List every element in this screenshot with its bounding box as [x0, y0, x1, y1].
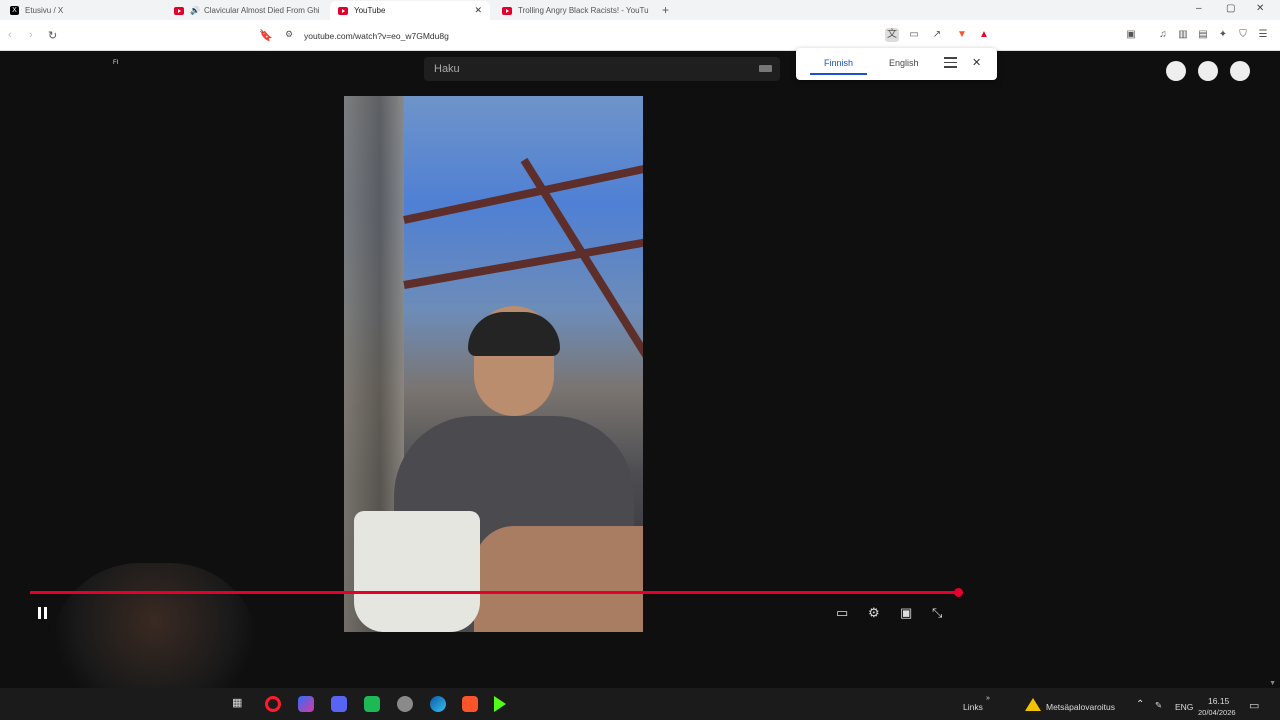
links-toolbar[interactable]: Links — [963, 702, 983, 712]
kick-icon[interactable] — [494, 696, 506, 712]
new-tab-button[interactable]: + — [662, 3, 669, 17]
tab-x[interactable]: X Etusivu / X — [2, 1, 162, 20]
back-icon[interactable]: ‹ — [8, 29, 12, 41]
sidebar-icon[interactable]: ▥ — [1176, 28, 1190, 42]
video-scene-beam — [403, 235, 643, 289]
translate-popup: Finnish English ✕ — [796, 48, 997, 80]
video-scene-cap — [468, 312, 560, 356]
search-box[interactable]: Haku — [424, 57, 780, 81]
tab-title: Etusivu / X — [25, 6, 64, 15]
app-icon[interactable] — [364, 696, 380, 712]
close-tab-icon[interactable]: ✕ — [474, 5, 482, 16]
video-progress-bar[interactable] — [30, 591, 959, 594]
youtube-page: FI Haku Finnish English ✕ ▭ ⚙ ▣ ⤡ ▼ — [0, 48, 1280, 693]
tab-title: Clavicular Almost Died From Ghi — [203, 6, 320, 15]
translate-source-language[interactable]: Finnish — [810, 58, 868, 75]
translate-options-icon[interactable] — [944, 57, 957, 71]
leo-ai-icon[interactable]: ✦ — [1216, 28, 1230, 42]
pause-icon[interactable] — [38, 607, 48, 619]
discord-icon[interactable] — [331, 696, 347, 712]
fullscreen-icon[interactable]: ⤡ — [932, 605, 942, 621]
notification-center-icon[interactable]: ▭ — [1249, 699, 1259, 712]
brave-rewards-icon[interactable]: ▲ — [977, 28, 991, 42]
tab-title: Trolling Angry Black Racists! - YouTu — [518, 6, 649, 15]
video-scene-arm — [474, 526, 643, 632]
app-icon[interactable] — [298, 696, 314, 712]
app-icon[interactable] — [397, 696, 413, 712]
tab-youtube[interactable]: YouTube ✕ — [330, 1, 490, 20]
edge-icon[interactable] — [430, 696, 446, 712]
youtube-icon — [338, 6, 348, 15]
maximize-button[interactable]: ▢ — [1226, 3, 1235, 14]
progress-scrubber[interactable] — [954, 588, 963, 597]
translate-target-language[interactable]: English — [889, 58, 919, 68]
scroll-down-icon[interactable]: ▼ — [1269, 680, 1276, 687]
clock-date[interactable]: 20/04/2026 — [1198, 708, 1236, 717]
opera-icon[interactable] — [265, 696, 281, 712]
translate-icon[interactable]: 文 — [885, 28, 899, 42]
x-logo-icon: X — [10, 6, 19, 15]
bookmark-icon[interactable]: 🔖 — [259, 29, 273, 42]
tab-title: YouTube — [354, 6, 386, 15]
webcam-overlay — [50, 563, 260, 693]
create-icon[interactable] — [1166, 61, 1186, 81]
notification-text[interactable]: Metsäpalovaroitus — [1046, 702, 1115, 712]
clock-time[interactable]: 16.15 — [1208, 696, 1229, 706]
notifications-icon[interactable] — [1198, 61, 1218, 81]
video-scene-beam — [403, 162, 643, 224]
search-input[interactable]: Haku — [434, 63, 460, 75]
brave-shield-icon[interactable]: ▼ — [955, 28, 969, 42]
links-more-icon[interactable]: » — [986, 695, 990, 702]
subtitles-icon[interactable]: ▭ — [836, 605, 848, 621]
region-label: FI — [113, 60, 119, 66]
wallet-icon[interactable]: ▤ — [1196, 28, 1210, 42]
keyboard-icon[interactable] — [759, 65, 772, 72]
avatar[interactable] — [1230, 61, 1250, 81]
youtube-icon — [174, 6, 184, 15]
site-settings-icon[interactable]: ⚙ — [285, 29, 293, 40]
settings-gear-icon[interactable]: ⚙ — [868, 605, 880, 621]
youtube-icon — [502, 6, 512, 15]
downloads-icon[interactable]: ▣ — [1124, 28, 1138, 42]
browser-toolbar: ‹ › ↻ 🔖 ⚙ youtube.com/watch?v=eo_w7GMdu8… — [0, 20, 1280, 51]
vpn-icon[interactable]: ⛉ — [1236, 28, 1250, 42]
speaker-icon[interactable]: 🔊 — [190, 6, 200, 15]
tray-chevron-icon[interactable]: ⌃ — [1136, 699, 1144, 710]
warning-icon[interactable] — [1025, 698, 1041, 711]
close-window-button[interactable]: ✕ — [1256, 3, 1264, 14]
cast-icon[interactable]: ▭ — [907, 28, 921, 42]
brave-icon[interactable] — [462, 696, 478, 712]
forward-icon[interactable]: › — [29, 29, 33, 41]
tab-trolling[interactable]: Trolling Angry Black Racists! - YouTu — [494, 1, 654, 20]
tab-clavicular[interactable]: 🔊 Clavicular Almost Died From Ghi — [166, 1, 326, 20]
theater-mode-icon[interactable]: ▣ — [900, 605, 912, 621]
address-bar[interactable]: youtube.com/watch?v=eo_w7GMdu8g — [304, 31, 449, 41]
translate-close-button[interactable]: ✕ — [972, 56, 981, 69]
windows-taskbar: ▦ Links » Metsäpalovaroitus ⌃ ✎ ENG 16.1… — [0, 688, 1280, 720]
media-icon[interactable]: ♫ — [1156, 28, 1170, 42]
menu-icon[interactable]: ☰ — [1256, 28, 1270, 42]
share-icon[interactable]: ↗ — [930, 28, 944, 42]
video-frame[interactable] — [344, 96, 643, 632]
browser-tab-bar: X Etusivu / X 🔊 Clavicular Almost Died F… — [0, 0, 1280, 20]
language-indicator[interactable]: ENG — [1175, 702, 1193, 712]
task-view-icon[interactable]: ▦ — [232, 696, 248, 712]
minimize-button[interactable]: – — [1196, 3, 1202, 14]
reload-icon[interactable]: ↻ — [48, 29, 57, 42]
pen-icon[interactable]: ✎ — [1155, 700, 1162, 711]
video-scene-mug — [354, 511, 480, 632]
